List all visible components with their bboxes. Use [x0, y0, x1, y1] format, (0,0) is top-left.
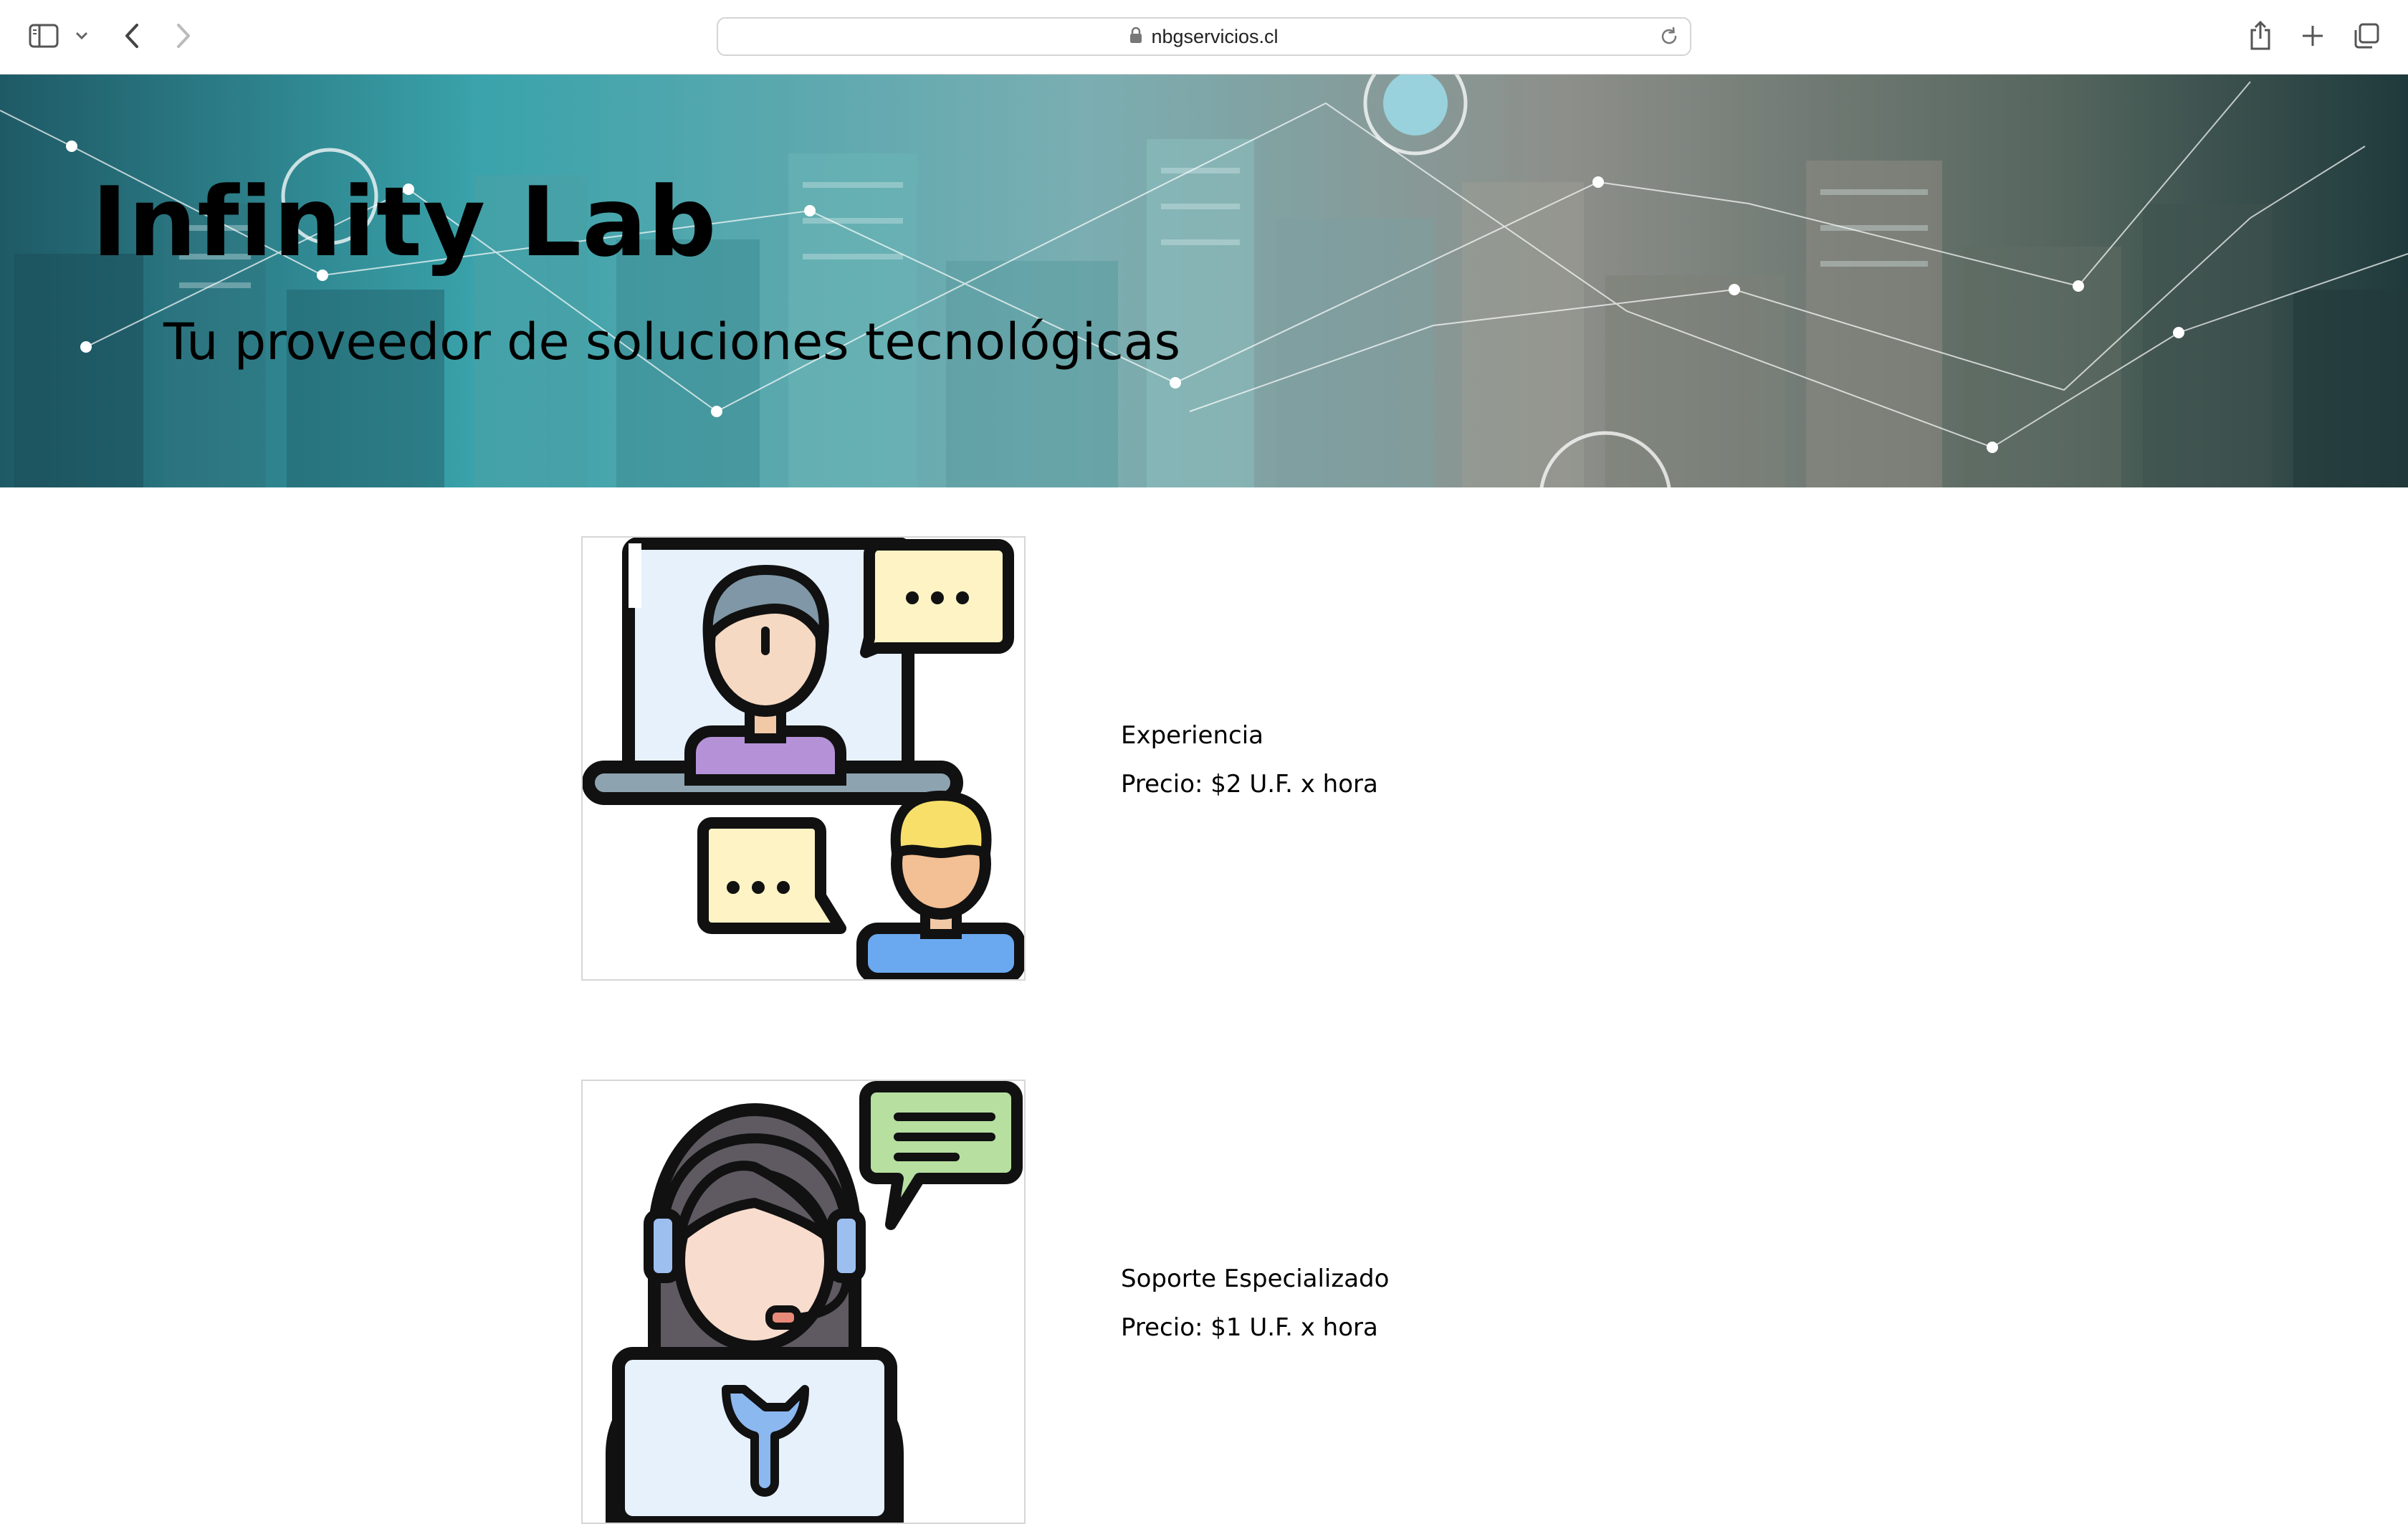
service-experiencia: Experiencia Precio: $2 U.F. x hora [581, 536, 1656, 981]
service-name: Experiencia [1121, 721, 1263, 750]
lock-icon [1129, 27, 1142, 47]
site-subtitle: Tu proveedor de soluciones tecnológicas [163, 313, 1181, 371]
new-tab-icon[interactable] [2298, 20, 2328, 52]
service-price: Precio: $1 U.F. x hora [1121, 1313, 1378, 1342]
sidebar-toggle-icon[interactable] [27, 22, 62, 50]
tab-overview-icon[interactable] [2351, 20, 2382, 52]
reload-icon[interactable] [1658, 26, 1680, 50]
site-title: Infinity Lab [92, 166, 717, 278]
url-text: nbgservicios.cl [1151, 25, 1279, 47]
service-price: Precio: $2 U.F. x hora [1121, 770, 1378, 799]
browser-toolbar: nbgservicios.cl [0, 0, 2408, 75]
forward-arrow-icon[interactable] [169, 20, 198, 52]
share-icon[interactable] [2246, 17, 2275, 54]
hero-banner: Infinity Lab Tu proveedor de soluciones … [0, 75, 2408, 487]
service-soporte: Soporte Especializado Precio: $1 U.F. x … [581, 1080, 1656, 1524]
back-arrow-icon[interactable] [118, 20, 146, 52]
service-name: Soporte Especializado [1121, 1265, 1390, 1293]
support-agent-illustration [581, 1080, 1026, 1524]
city-network-background [0, 75, 2408, 487]
address-bar[interactable]: nbgservicios.cl [717, 17, 1691, 56]
video-call-illustration [581, 536, 1026, 981]
chevron-down-icon[interactable] [73, 27, 90, 44]
